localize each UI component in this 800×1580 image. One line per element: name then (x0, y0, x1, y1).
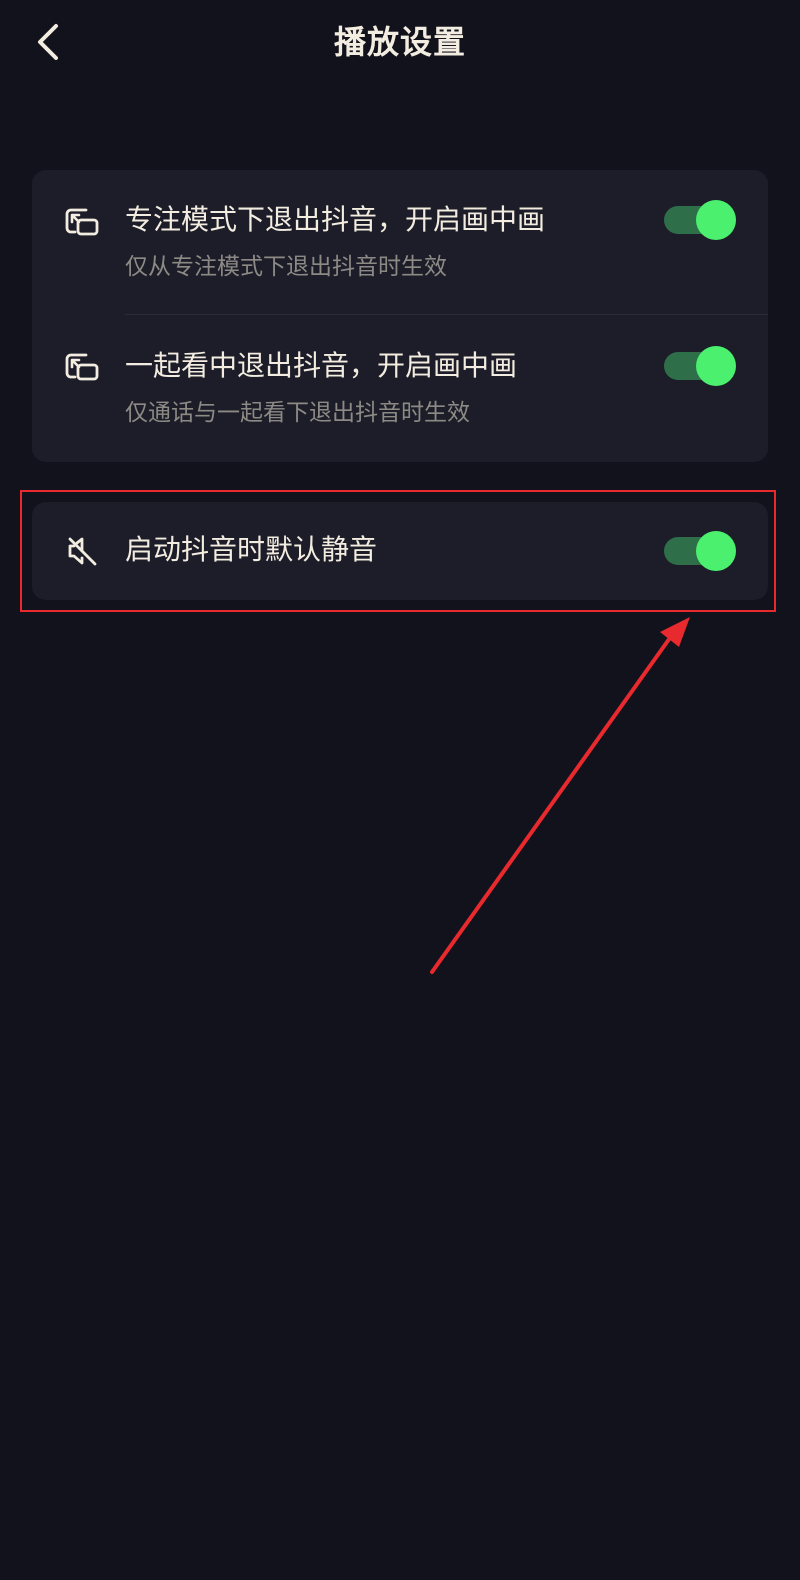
playback-settings-screen: 播放设置 专注模式下退出抖音，开启画中画 仅从专注模式下退出抖音时生效 一起看中… (0, 0, 800, 1580)
page-title: 播放设置 (333, 23, 466, 61)
setting-row-focus-mode-pip: 专注模式下退出抖音，开启画中画 仅从专注模式下退出抖音时生效 (32, 170, 768, 314)
picture-in-picture-icon (65, 208, 99, 236)
speaker-muted-icon (68, 537, 97, 566)
default-mute-toggle[interactable] (664, 531, 736, 571)
watch-together-pip-toggle[interactable] (664, 346, 736, 386)
setting-subtitle: 仅从专注模式下退出抖音时生效 (125, 254, 447, 280)
toggle-knob (696, 346, 736, 386)
pip-settings-card: 专注模式下退出抖音，开启画中画 仅从专注模式下退出抖音时生效 一起看中退出抖音，… (32, 170, 768, 462)
toggle-knob (696, 200, 736, 240)
setting-row-default-mute: 启动抖音时默认静音 (32, 502, 768, 600)
toggle-knob (696, 531, 736, 571)
focus-mode-pip-toggle[interactable] (664, 200, 736, 240)
picture-in-picture-icon (65, 353, 99, 381)
mute-settings-card: 启动抖音时默认静音 (32, 502, 768, 600)
setting-row-watch-together-pip: 一起看中退出抖音，开启画中画 仅通话与一起看下退出抖音时生效 (32, 315, 768, 462)
setting-subtitle: 仅通话与一起看下退出抖音时生效 (125, 400, 470, 426)
setting-title: 一起看中退出抖音，开启画中画 (125, 349, 518, 382)
setting-title: 专注模式下退出抖音，开启画中画 (125, 203, 546, 236)
setting-title: 启动抖音时默认静音 (125, 533, 378, 566)
